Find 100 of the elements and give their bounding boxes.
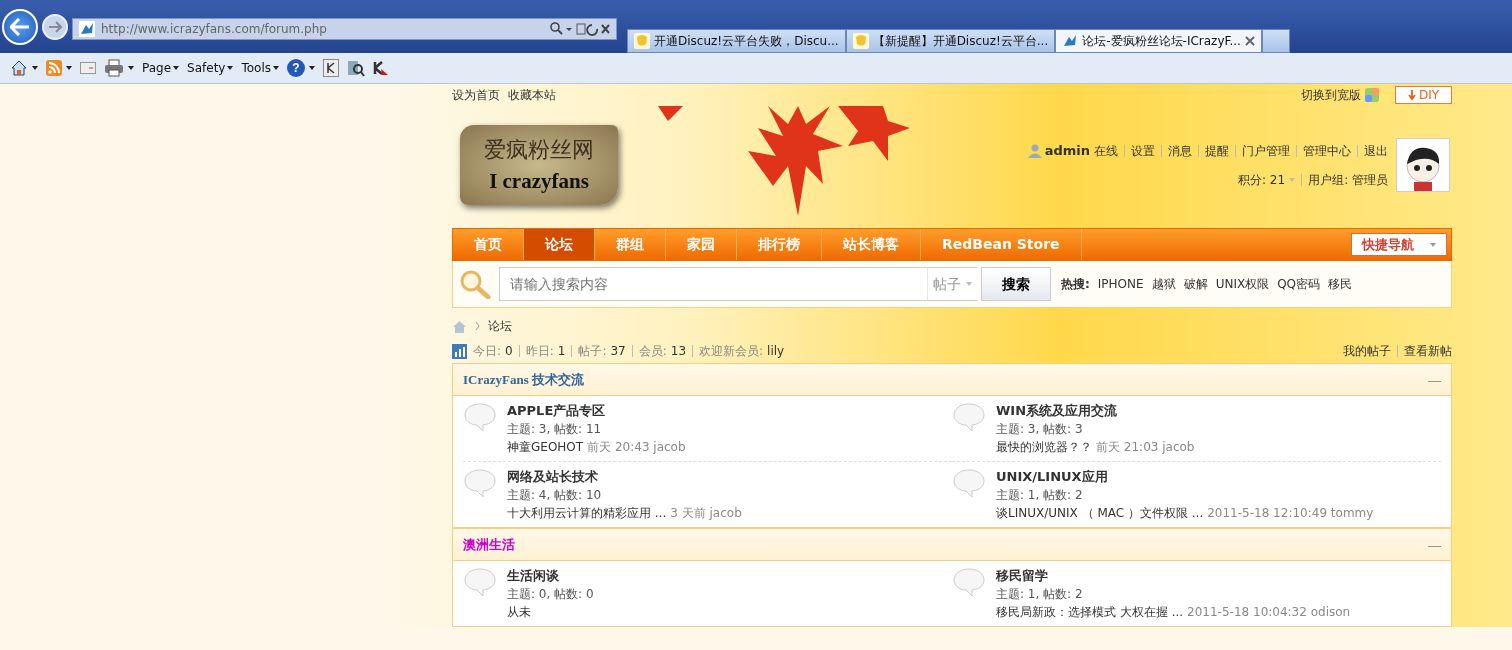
- breadcrumb-link[interactable]: 论坛: [488, 317, 512, 335]
- stats-link[interactable]: 查看新帖: [1404, 342, 1452, 360]
- category-title[interactable]: 澳洲生活: [463, 534, 515, 555]
- last-post-info: 2011-5-18 10:04:32 odison: [1187, 604, 1351, 621]
- back-arrow-icon[interactable]: [10, 18, 30, 36]
- last-post-link[interactable]: 从未: [507, 603, 531, 621]
- hot-search-label: 热搜:: [1061, 276, 1090, 293]
- stat-value: 13: [670, 343, 687, 360]
- tab-favicon-icon: [634, 33, 650, 49]
- user-group: 用户组: 管理员: [1308, 170, 1388, 189]
- user-menu-link[interactable]: 管理中心: [1303, 142, 1351, 160]
- back-button[interactable]: [2, 9, 38, 45]
- hot-search-link[interactable]: QQ密码: [1277, 275, 1321, 293]
- speech-bubble-icon: [952, 567, 986, 597]
- category-title[interactable]: ICrazyFans 技术交流: [463, 369, 584, 390]
- forum-title[interactable]: 移民留学: [996, 567, 1351, 585]
- last-post-info: 2011-5-18 12:10:49 tommy: [1207, 505, 1374, 522]
- site-icon: [79, 21, 95, 37]
- forum-stats: 主题: 3, 帖数: 3: [996, 421, 1084, 438]
- switch-width-link[interactable]: 切换到宽版: [1300, 86, 1361, 104]
- user-menu-link[interactable]: 设置: [1131, 142, 1155, 160]
- user-menu-link[interactable]: 退出: [1364, 142, 1388, 160]
- last-post-link[interactable]: 移民局新政：选择模式 大权在握 ...: [996, 603, 1184, 621]
- browser-tab[interactable]: 【新提醒】开通Discuz!云平台...: [845, 29, 1056, 53]
- speech-bubble-icon: [463, 468, 497, 498]
- stats-icon: [452, 343, 467, 359]
- close-icon[interactable]: [1244, 36, 1255, 46]
- forum-title[interactable]: UNIX/LINUX应用: [996, 468, 1374, 486]
- hot-search-link[interactable]: IPHONE: [1097, 275, 1144, 293]
- hot-search-link[interactable]: UNIX权限: [1215, 275, 1270, 293]
- toolbar-menu[interactable]: Page: [142, 59, 180, 77]
- last-post-link[interactable]: 最快的浏览器？？: [996, 438, 1092, 456]
- top-link[interactable]: 设为首页: [452, 86, 500, 104]
- avatar-drawing[interactable]: [1396, 138, 1450, 192]
- last-post-link[interactable]: 谈LINUX/UNIX （ MAC ）文件权限 ...: [996, 504, 1204, 522]
- speech-bubble-icon: [463, 567, 497, 597]
- last-post-link[interactable]: 十大利用云计算的精彩应用 ...: [507, 504, 667, 522]
- color-palette-icon[interactable]: [1364, 88, 1379, 102]
- tab-title: 【新提醒】开通Discuz!云平台...: [872, 33, 1049, 50]
- hot-search-link[interactable]: 越狱: [1151, 275, 1176, 293]
- hot-search-link[interactable]: 破解: [1183, 275, 1208, 293]
- nav-tab[interactable]: 论坛: [524, 229, 595, 260]
- hot-search-link[interactable]: 移民: [1328, 275, 1353, 293]
- stat-label: 昨日:: [525, 343, 554, 360]
- research-icon[interactable]: [347, 59, 365, 77]
- stat-value: 0: [505, 343, 513, 360]
- chevron-icon: [475, 321, 480, 331]
- user-menu-link[interactable]: 门户管理: [1242, 142, 1290, 160]
- browser-tab[interactable]: 论坛-爱疯粉丝论坛-ICrazyF...: [1055, 29, 1262, 53]
- user-menu-link[interactable]: 消息: [1168, 142, 1192, 160]
- forum-stats: 主题: 3, 帖数: 11: [507, 421, 603, 438]
- user-icon: [1027, 144, 1042, 158]
- forum-title[interactable]: 生活闲谈: [507, 567, 594, 585]
- logo-subtitle: I crazyfans: [489, 167, 589, 195]
- stat-value: 1: [557, 343, 566, 360]
- user-menu-link[interactable]: 提醒: [1205, 142, 1229, 160]
- last-post-info: 前天 20:43 jacob: [587, 439, 686, 456]
- search-field[interactable]: 请输入搜索内容: [499, 267, 927, 301]
- diy-button[interactable]: DIY: [1394, 86, 1452, 104]
- down-arrow-icon[interactable]: [1407, 90, 1416, 100]
- address-bar[interactable]: http://www.icrazyfans.com/forum.php: [72, 18, 617, 40]
- quick-nav-button[interactable]: 快捷导航: [1351, 233, 1447, 256]
- new-tab-button[interactable]: [1261, 29, 1290, 53]
- forum-stats: 主题: 1, 帖数: 2: [996, 487, 1084, 504]
- last-post-info: 3 天前 jacob: [670, 505, 742, 522]
- printer-icon[interactable]: [104, 59, 124, 77]
- forward-button[interactable]: [42, 14, 68, 40]
- stat-label: 会员:: [638, 343, 667, 360]
- toolbar-menu[interactable]: Safety: [187, 59, 234, 77]
- url-text: http://www.icrazyfans.com/forum.php: [101, 21, 328, 38]
- forum-title[interactable]: 网络及站长技术: [507, 468, 742, 486]
- top-link[interactable]: 收藏本站: [508, 86, 556, 104]
- username-link[interactable]: admin: [1044, 141, 1090, 161]
- last-post-link[interactable]: 神童GEOHOT: [507, 438, 584, 456]
- points-link[interactable]: 积分: 21: [1238, 170, 1286, 189]
- speech-bubble-icon: [952, 468, 986, 498]
- tab-favicon-icon: [1062, 33, 1079, 49]
- help-button[interactable]: ?: [287, 59, 305, 77]
- forum-stats: 主题: 1, 帖数: 2: [996, 586, 1084, 603]
- tab-title: 开通Discuz!云平台失败，Discu...: [654, 33, 839, 50]
- forum-title[interactable]: WIN系统及应用交流: [996, 402, 1195, 420]
- forum-stats: 主题: 4, 帖数: 10: [507, 487, 603, 504]
- stat-label: 今日:: [473, 343, 502, 360]
- last-post-info: 前天 21:03 jacob: [1096, 439, 1195, 456]
- speech-bubble-icon: [463, 402, 497, 432]
- browser-tab[interactable]: 开通Discuz!云平台失败，Discu...: [627, 29, 846, 53]
- k-icon[interactable]: [323, 59, 339, 77]
- speech-bubble-icon: [952, 402, 986, 432]
- stat-value: 37: [610, 343, 626, 360]
- toolbar-menu[interactable]: Tools: [241, 59, 279, 77]
- online-status: 在线: [1094, 143, 1118, 160]
- address-tools-icon: [550, 22, 610, 36]
- search-button[interactable]: 搜索: [981, 267, 1051, 301]
- stats-link[interactable]: 我的帖子: [1343, 342, 1391, 360]
- forum-title[interactable]: APPLE产品专区: [507, 402, 686, 420]
- forum-stats: 主题: 0, 帖数: 0: [507, 586, 594, 603]
- stat-value: lily: [767, 343, 785, 360]
- logo-title: 爱疯粉丝网: [484, 135, 594, 164]
- home-icon[interactable]: [10, 59, 28, 77]
- shield-icon[interactable]: [373, 60, 389, 76]
